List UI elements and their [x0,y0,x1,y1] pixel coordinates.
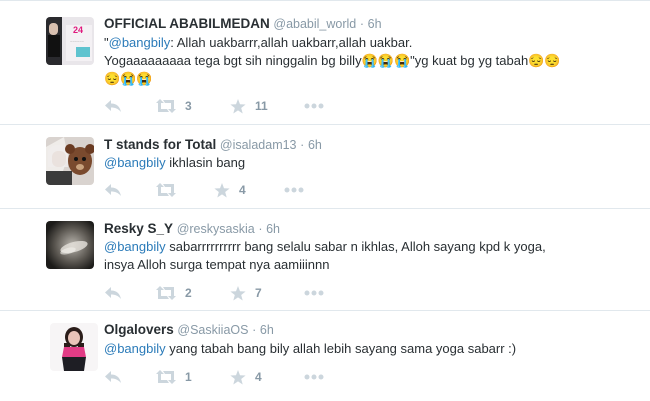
reply-icon [105,287,121,299]
more-button[interactable] [304,97,324,115]
more-dots-icon [304,103,324,109]
favorite-count: 4 [255,370,262,384]
reply-icon [105,100,121,112]
more-dots-icon [284,187,304,193]
more-button[interactable] [284,181,304,199]
avatar-badge-text: 24 [73,25,83,35]
avatar-image [46,137,94,185]
tweet-text-line: Yogaaaaaaaaa tega bgt sih ninggalin bg b… [104,53,561,68]
avatar[interactable] [50,323,98,371]
separator: · [252,323,257,337]
tweet-text-part: sabarrrrrrrrrr bang selalu sabar n ikhla… [165,239,546,254]
tweet-text: @bangbily sabarrrrrrrrrr bang selalu sab… [104,238,634,274]
avatar[interactable]: 24 ~~~~~~ [46,17,94,65]
separator: · [258,222,263,236]
favorite-button[interactable]: 4 [230,368,262,386]
tweet-text-line: 😔😭😭 [104,71,153,86]
tweet-text: "@bangbily: Allah uakbarrr,allah uakbarr… [104,34,634,88]
separator: · [300,138,305,152]
retweet-icon [156,286,176,300]
tweet-header: Resky S_Y @reskysaskia · 6h [104,221,280,237]
reply-icon [105,371,121,383]
reply-button[interactable] [104,284,122,302]
tweet-header: Olgalovers @SaskiiaOS · 6h [104,322,274,338]
tweet[interactable]: Resky S_Y @reskysaskia · 6h @bangbily sa… [0,209,650,311]
timeline: 24 ~~~~~~ OFFICIAL ABABILMEDAN @ababil_w… [0,0,650,400]
tweet[interactable]: Olgalovers @SaskiiaOS · 6h @bangbily yan… [0,311,650,401]
mention-link[interactable]: @bangbily [109,35,171,50]
favorite-star-icon [230,369,246,384]
timestamp[interactable]: 6h [308,138,322,152]
separator: · [359,17,365,31]
username[interactable]: @reskysaskia [177,222,255,236]
tweet[interactable]: 24 ~~~~~~ OFFICIAL ABABILMEDAN @ababil_w… [0,1,650,125]
fullname[interactable]: Olgalovers [104,322,174,337]
retweet-button[interactable]: 2 [156,284,192,302]
favorite-button[interactable]: 7 [230,284,262,302]
favorite-star-icon [230,285,246,300]
tweet-text-line: insya Alloh surga tempat nya aamiiinnn [104,257,330,272]
favorite-button[interactable]: 11 [230,97,268,115]
favorite-star-icon [214,182,230,197]
favorite-count: 11 [255,99,268,113]
retweet-icon [156,183,176,197]
favorite-count: 4 [239,183,246,197]
avatar[interactable] [46,137,94,185]
retweet-button[interactable] [156,181,185,199]
fullname[interactable]: Resky S_Y [104,221,173,236]
username[interactable]: @isaladam13 [220,138,297,152]
tweet-text-part: yang tabah bang bily allah lebih sayang … [165,341,517,356]
retweet-count: 3 [185,99,192,113]
retweet-count: 1 [185,370,192,384]
mention-link[interactable]: @bangbily [104,155,166,170]
tweet-text: @bangbily yang tabah bang bily allah leb… [104,340,634,358]
more-dots-icon [304,374,324,380]
favorite-count: 7 [255,286,262,300]
more-dots-icon [304,290,324,296]
mention-link[interactable]: @bangbily [104,341,166,356]
retweet-icon [156,370,176,384]
username[interactable]: @ababil_world [273,17,356,31]
reply-button[interactable] [104,368,122,386]
reply-button[interactable] [104,181,122,199]
avatar-image: 24 ~~~~~~ [46,17,94,65]
tweet-text-part: : Allah uakbarrr,allah uakbarr,allah uak… [170,35,413,50]
reply-icon [105,184,121,196]
retweet-count: 2 [185,286,192,300]
tweet-header: OFFICIAL ABABILMEDAN @ababil_world · 6h [104,16,382,32]
mention-link[interactable]: @bangbily [104,239,166,254]
timestamp[interactable]: 6h [266,222,280,236]
fullname[interactable]: T stands for Total [104,137,216,152]
tweet-header: T stands for Total @isaladam13 · 6h [104,137,322,153]
timestamp[interactable]: 6h [260,323,274,337]
more-button[interactable] [304,284,324,302]
favorite-button[interactable]: 4 [214,181,246,199]
tweet-text-part: ikhlasin bang [165,155,246,170]
avatar-image [50,323,98,371]
tweet-text: @bangbily ikhlasin bang [104,154,634,172]
retweet-icon [156,99,176,113]
tweet[interactable]: T stands for Total @isaladam13 · 6h @ban… [0,125,650,209]
retweet-button[interactable]: 3 [156,97,192,115]
reply-button[interactable] [104,97,122,115]
avatar[interactable] [46,221,94,269]
favorite-star-icon [230,98,246,113]
retweet-button[interactable]: 1 [156,368,192,386]
timestamp[interactable]: 6h [368,17,382,31]
username[interactable]: @SaskiiaOS [177,323,248,337]
svg-text:~~~~~~: ~~~~~~ [70,39,85,44]
more-button[interactable] [304,368,324,386]
fullname[interactable]: OFFICIAL ABABILMEDAN [104,16,270,31]
avatar-image [46,221,94,269]
